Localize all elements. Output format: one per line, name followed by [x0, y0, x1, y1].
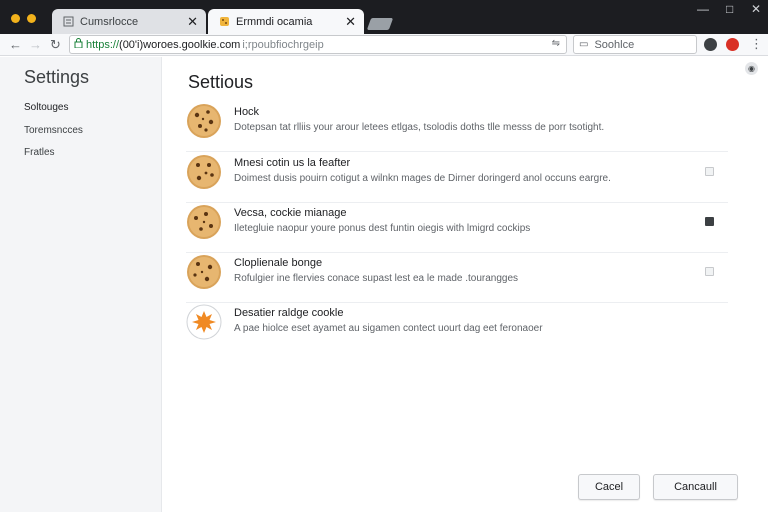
- settings-row[interactable]: Vecsa, cockie mianage Iletegluie naopur …: [186, 203, 728, 253]
- row-description: A pae hiolce eset ayamet au sigamen cont…: [234, 323, 543, 334]
- toolbar: ← → ↻ https:// (00'i)woroes.goolkie.com …: [0, 34, 768, 56]
- page-title: Settious: [188, 72, 254, 92]
- row-checkbox[interactable]: [705, 217, 714, 226]
- row-title: Cloplienale bonge: [234, 257, 323, 269]
- row-description: Rofulgier ine flervies conace supast les…: [234, 273, 519, 284]
- search-placeholder: Soohlce: [594, 38, 635, 51]
- address-bar[interactable]: https:// (00'i)woroes.goolkie.com i;rpou…: [69, 35, 567, 54]
- row-checkbox[interactable]: [705, 267, 714, 276]
- sidebar-title: Settings: [24, 67, 90, 87]
- cookie-icon: [187, 155, 221, 189]
- page-icon: [62, 16, 74, 28]
- sidebar: Settings Soltouges Toremsncces Fratles: [0, 57, 162, 512]
- cookie-icon: [187, 104, 221, 138]
- row-title: Desatier raldge cookle: [234, 307, 344, 319]
- settings-row[interactable]: Mnesi cotin us la feafter Doimest dusis …: [186, 153, 728, 203]
- tab-label: Cumsrlocce: [80, 15, 139, 28]
- info-icon[interactable]: ◉: [745, 62, 758, 75]
- minimize-icon[interactable]: —: [697, 2, 709, 16]
- back-arrow-icon[interactable]: ←: [9, 37, 22, 52]
- cookie-icon: [187, 255, 221, 289]
- tab-active[interactable]: Ermmdi ocamia ✕: [208, 9, 364, 34]
- sidebar-item-fratles[interactable]: Fratles: [24, 147, 55, 158]
- search-input[interactable]: ▭ Soohlce: [573, 35, 697, 54]
- sidebar-item-soltouges[interactable]: Soltouges: [24, 102, 68, 113]
- row-title: Mnesi cotin us la feafter: [234, 157, 351, 169]
- new-tab-button[interactable]: [366, 18, 394, 30]
- close-window-icon[interactable]: ✕: [751, 2, 761, 16]
- row-description: Dotepsan tat rlliis your arour letees et…: [234, 122, 605, 133]
- maximize-icon[interactable]: □: [726, 2, 733, 16]
- sidebar-item-toremsncces[interactable]: Toremsncces: [24, 125, 83, 136]
- cancel-secondary-button[interactable]: Cancaull: [653, 474, 738, 500]
- settings-row[interactable]: Cloplienale bonge Rofulgier ine flervies…: [186, 253, 728, 303]
- cookie-icon: [218, 16, 230, 28]
- tab-close-icon[interactable]: ✕: [345, 14, 356, 30]
- url-host: (00'i)woroes.goolkie.com: [119, 38, 241, 51]
- url-scheme: https://: [86, 38, 120, 51]
- extension-icon[interactable]: [704, 38, 717, 51]
- cancel-button[interactable]: Cacel: [578, 474, 640, 500]
- settings-row[interactable]: Hock Dotepsan tat rlliis your arour lete…: [186, 102, 728, 152]
- burst-icon: [186, 304, 222, 340]
- row-description: Doimest dusis pouirn cotigut a wilnkn ma…: [234, 173, 611, 184]
- cookie-icon: [187, 205, 221, 239]
- reload-icon[interactable]: ↻: [50, 37, 61, 53]
- window-dot-1[interactable]: [11, 14, 20, 23]
- row-checkbox[interactable]: [705, 167, 714, 176]
- row-title: Hock: [234, 106, 260, 118]
- lock-icon: [74, 38, 83, 51]
- menu-icon[interactable]: ⋮: [750, 36, 763, 52]
- forward-arrow-icon[interactable]: →: [29, 37, 42, 52]
- settings-row[interactable]: Desatier raldge cookle A pae hiolce eset…: [186, 303, 728, 353]
- tab-label: Ermmdi ocamia: [236, 15, 313, 28]
- window-dot-2[interactable]: [27, 14, 36, 23]
- row-title: Vecsa, cockie mianage: [234, 207, 347, 219]
- share-icon[interactable]: ⇋: [552, 38, 560, 49]
- profile-icon[interactable]: [726, 38, 739, 51]
- tab-inactive[interactable]: Cumsrlocce ✕: [52, 9, 206, 34]
- tab-close-icon[interactable]: ✕: [187, 14, 198, 30]
- title-bar: Cumsrlocce ✕ Ermmdi ocamia ✕ — □ ✕: [0, 0, 768, 34]
- url-path: i;rpoubfiochrgeip: [242, 38, 324, 51]
- row-description: Iletegluie naopur youre ponus dest funti…: [234, 223, 531, 234]
- search-icon: ▭: [579, 39, 589, 50]
